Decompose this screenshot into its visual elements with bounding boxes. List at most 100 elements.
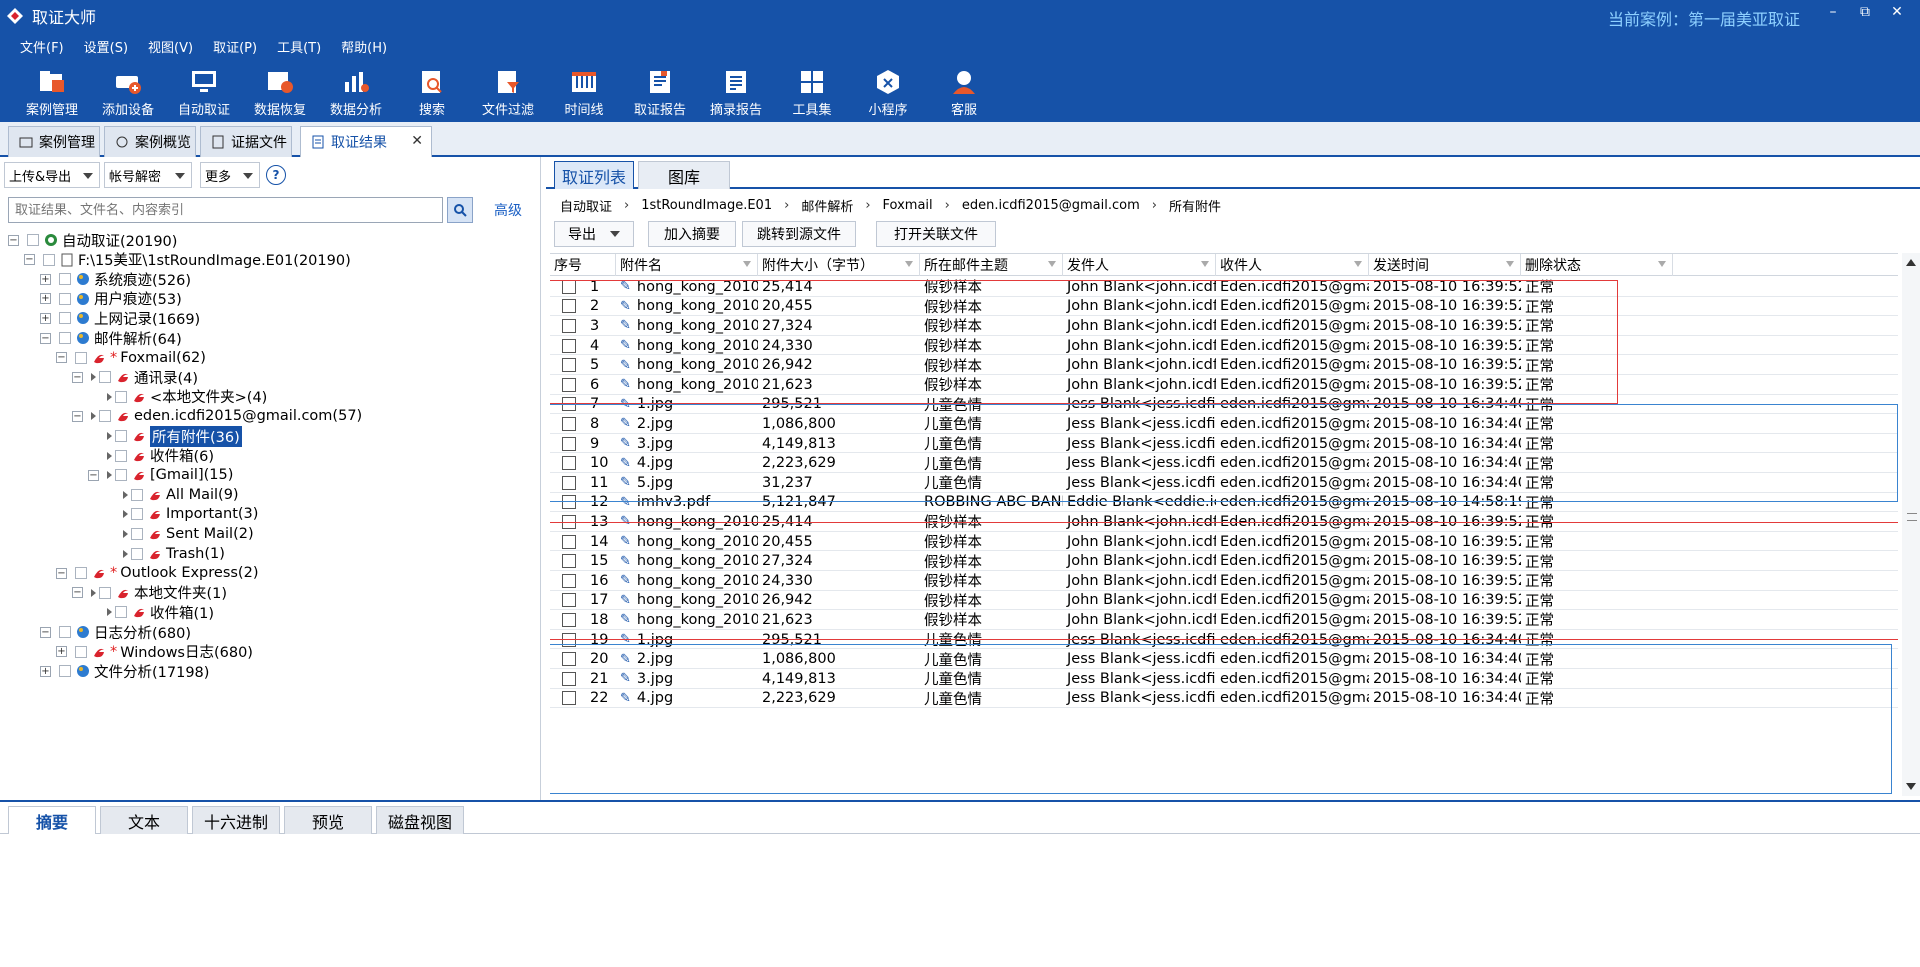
column-filter-icon[interactable] bbox=[1048, 261, 1056, 267]
scroll-up-icon[interactable] bbox=[1906, 259, 1916, 266]
tree-checkbox[interactable] bbox=[75, 351, 87, 364]
collapse-icon[interactable]: − bbox=[40, 332, 51, 344]
grid-vertical-scrollbar[interactable] bbox=[1902, 253, 1920, 796]
scroll-down-icon[interactable] bbox=[1906, 783, 1916, 790]
toolbar-mini-program-button[interactable]: 小程序 bbox=[850, 60, 926, 122]
table-row[interactable]: 9 ✎ 3.jpg 4,149,813 儿童色情 Jess Blank<jess.icdf… bbox=[550, 434, 1898, 454]
row-checkbox[interactable] bbox=[562, 456, 576, 471]
column-header[interactable]: 发送时间 bbox=[1369, 254, 1521, 276]
account-decrypt-dropdown[interactable]: 帐号解密 bbox=[104, 162, 192, 188]
advanced-search-link[interactable]: 高级 bbox=[494, 200, 522, 220]
collapse-icon[interactable]: − bbox=[56, 567, 67, 579]
table-row[interactable]: 8 ✎ 2.jpg 1,086,800 儿童色情 Jess Blank<jess.icdf… bbox=[550, 414, 1898, 434]
column-filter-icon[interactable] bbox=[743, 261, 751, 267]
tree-checkbox[interactable] bbox=[59, 665, 71, 678]
menu-settings[interactable]: 设置(S) bbox=[84, 37, 128, 56]
expand-icon[interactable]: + bbox=[56, 646, 67, 658]
collapse-icon[interactable]: − bbox=[88, 469, 99, 481]
breadcrumb-item[interactable]: 1stRoundImage.E01 bbox=[641, 198, 772, 213]
row-checkbox[interactable] bbox=[562, 495, 576, 510]
tab-forensic-list[interactable]: 取证列表 bbox=[554, 161, 634, 189]
table-row[interactable]: 13 ✎ hong_kong_2010....25,414 假钞样本 John Blan… bbox=[550, 512, 1898, 532]
tab-forensic-results[interactable]: 取证结果 ✕ bbox=[300, 126, 432, 157]
tree-checkbox[interactable] bbox=[115, 449, 127, 462]
table-row[interactable]: 2 ✎ hong_kong_2010....20,455 假钞样本 John Blank… bbox=[550, 297, 1898, 317]
tab-case-management[interactable]: 案例管理 bbox=[8, 126, 100, 157]
toolbar-data-recovery-button[interactable]: 数据恢复 bbox=[242, 60, 318, 122]
row-checkbox[interactable] bbox=[562, 632, 576, 647]
row-checkbox[interactable] bbox=[562, 338, 576, 353]
expand-icon[interactable]: + bbox=[40, 293, 51, 305]
tab-disk-view[interactable]: 磁盘视图 bbox=[376, 806, 464, 834]
tree-node[interactable]: + 文件分析(17198) bbox=[40, 660, 209, 682]
tree-checkbox[interactable] bbox=[59, 273, 71, 286]
toolbar-add-device-button[interactable]: 添加设备 bbox=[90, 60, 166, 122]
table-row[interactable]: 20 ✎ 2.jpg 1,086,800 儿童色情 Jess Blank<jess.icd… bbox=[550, 649, 1898, 669]
row-checkbox[interactable] bbox=[562, 612, 576, 627]
table-row[interactable]: 12 ✎ imhv3.pdf 5,121,847 ROBBING ABC BANK Edd… bbox=[550, 493, 1898, 513]
tree-checkbox[interactable] bbox=[131, 528, 143, 540]
row-checkbox[interactable] bbox=[562, 573, 576, 588]
close-tab-icon[interactable]: ✕ bbox=[411, 133, 423, 149]
table-row[interactable]: 4 ✎ hong_kong_2010....24,330 假钞样本 John Blank… bbox=[550, 336, 1898, 356]
tab-summary[interactable]: 摘要 bbox=[8, 806, 96, 834]
collapse-icon[interactable]: − bbox=[56, 352, 67, 364]
column-header[interactable]: 附件名 bbox=[616, 254, 758, 276]
toolbar-forensic-report-button[interactable]: 取证报告 bbox=[622, 60, 698, 122]
tab-case-overview[interactable]: 案例概览 bbox=[104, 126, 196, 157]
open-related-file-button[interactable]: 打开关联文件 bbox=[876, 221, 996, 247]
toolbar-customer-service-button[interactable]: 客服 bbox=[926, 60, 1002, 122]
scroll-thumb[interactable] bbox=[1907, 513, 1917, 521]
table-row[interactable]: 21 ✎ 3.jpg 4,149,813 儿童色情 Jess Blank<jess.icd… bbox=[550, 669, 1898, 689]
row-checkbox[interactable] bbox=[562, 554, 576, 569]
tree-checkbox[interactable] bbox=[75, 645, 87, 658]
menu-forensics[interactable]: 取证(P) bbox=[213, 37, 257, 56]
menu-view[interactable]: 视图(V) bbox=[148, 37, 193, 56]
expand-icon[interactable]: + bbox=[40, 665, 51, 677]
toolbar-data-analysis-button[interactable]: 数据分析 bbox=[318, 60, 394, 122]
column-header[interactable]: 收件人 bbox=[1216, 254, 1369, 276]
column-filter-icon[interactable] bbox=[1658, 261, 1666, 267]
menu-file[interactable]: 文件(F) bbox=[20, 37, 64, 56]
row-checkbox[interactable] bbox=[562, 475, 576, 490]
row-checkbox[interactable] bbox=[562, 652, 576, 667]
breadcrumb-item[interactable]: eden.icdfi2015@gmail.com bbox=[962, 198, 1140, 213]
row-checkbox[interactable] bbox=[562, 534, 576, 549]
row-checkbox[interactable] bbox=[562, 299, 576, 314]
jump-to-source-button[interactable]: 跳转到源文件 bbox=[742, 221, 856, 247]
row-checkbox[interactable] bbox=[562, 397, 576, 412]
row-checkbox[interactable] bbox=[562, 671, 576, 686]
upload-export-dropdown[interactable]: 上传&导出 bbox=[4, 162, 100, 188]
collapse-icon[interactable]: − bbox=[72, 587, 83, 599]
row-checkbox[interactable] bbox=[562, 593, 576, 608]
breadcrumb-item[interactable]: 邮件解析 bbox=[801, 196, 853, 215]
table-row[interactable]: 3 ✎ hong_kong_2010....27,324 假钞样本 John Blank… bbox=[550, 316, 1898, 336]
column-header[interactable]: 附件大小（字节） bbox=[758, 254, 920, 276]
table-row[interactable]: 22 ✎ 4.jpg 2,223,629 儿童色情 Jess Blank<jess.icd… bbox=[550, 689, 1898, 709]
table-row[interactable]: 18 ✎ hong_kong_2010....21,623 假钞样本 John Blan… bbox=[550, 610, 1898, 630]
row-checkbox[interactable] bbox=[562, 318, 576, 333]
table-row[interactable]: 5 ✎ hong_kong_2010....26,942 假钞样本 John Blank… bbox=[550, 355, 1898, 375]
tree-checkbox[interactable] bbox=[75, 567, 87, 580]
minimize-button[interactable]: – bbox=[1822, 4, 1844, 20]
collapse-icon[interactable]: − bbox=[40, 626, 51, 638]
breadcrumb-item[interactable]: 所有附件 bbox=[1169, 196, 1221, 215]
collapse-icon[interactable]: − bbox=[24, 254, 35, 266]
tree-checkbox[interactable] bbox=[59, 332, 71, 344]
tree-checkbox[interactable] bbox=[27, 234, 39, 246]
collapse-icon[interactable]: − bbox=[72, 371, 83, 383]
table-row[interactable]: 15 ✎ hong_kong_2010....27,324 假钞样本 John Blan… bbox=[550, 551, 1898, 571]
column-header[interactable]: 所在邮件主题 bbox=[920, 254, 1063, 276]
column-filter-icon[interactable] bbox=[1354, 261, 1362, 267]
toolbar-search-button[interactable]: 搜索 bbox=[394, 60, 470, 122]
toolbar-file-filter-button[interactable]: 文件过滤 bbox=[470, 60, 546, 122]
more-dropdown[interactable]: 更多 bbox=[200, 162, 260, 188]
collapse-icon[interactable]: − bbox=[8, 234, 19, 246]
help-icon[interactable]: ? bbox=[266, 165, 286, 185]
toolbar-auto-forensics-button[interactable]: 自动取证 bbox=[166, 60, 242, 122]
table-row[interactable]: 10 ✎ 4.jpg 2,223,629 儿童色情 Jess Blank<jess.icd… bbox=[550, 453, 1898, 473]
table-row[interactable]: 17 ✎ hong_kong_2010....26,942 假钞样本 John Blan… bbox=[550, 591, 1898, 611]
menu-tools[interactable]: 工具(T) bbox=[277, 37, 321, 56]
tree-checkbox[interactable] bbox=[131, 508, 143, 521]
tree-checkbox[interactable] bbox=[99, 410, 111, 423]
